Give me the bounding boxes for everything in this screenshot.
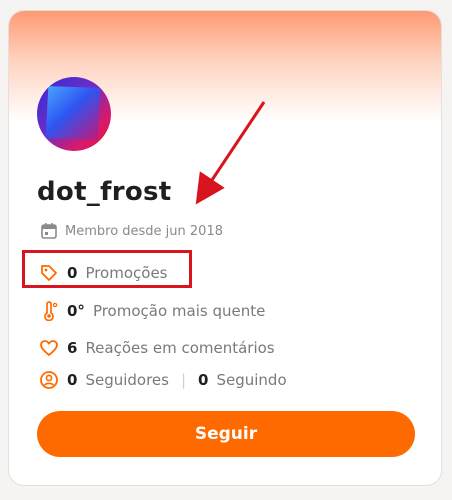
annotation-arrow (195, 101, 266, 205)
